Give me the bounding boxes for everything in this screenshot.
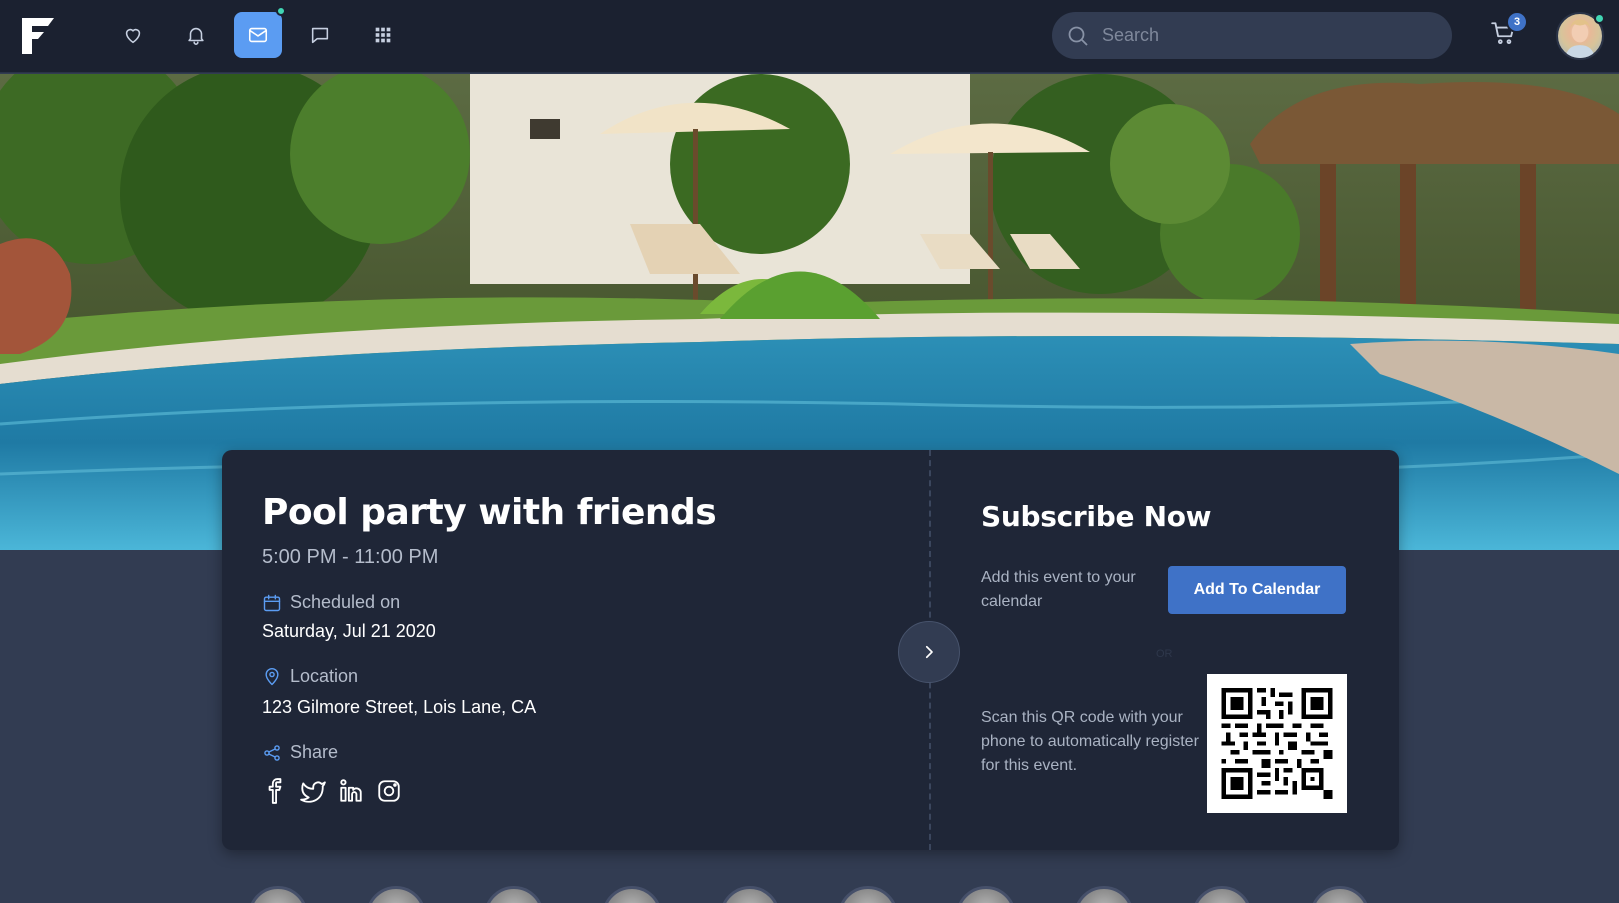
scheduled-date: Saturday, Jul 21 2020 — [262, 621, 436, 641]
location-label: Location — [262, 666, 358, 687]
bell-icon — [188, 27, 204, 45]
attendee-avatar[interactable] — [248, 886, 308, 903]
chevron-right-icon — [925, 645, 933, 659]
search-input[interactable] — [1102, 25, 1422, 46]
add-to-calendar-button[interactable]: Add To Calendar — [1168, 566, 1346, 614]
attendee-avatar[interactable] — [838, 886, 898, 903]
twitter-share-link[interactable] — [300, 778, 326, 804]
qr-instructions: Scan this QR code with your phone to aut… — [981, 709, 1199, 774]
messages-notification-dot — [276, 6, 286, 16]
social-share-links — [262, 778, 402, 804]
attendee-avatars — [248, 886, 1370, 903]
location-label-text: Location — [290, 666, 359, 686]
twitter-icon — [300, 781, 326, 803]
attendee-avatar[interactable] — [602, 886, 662, 903]
event-details: Pool party with friends 5:00 PM - 11:00 … — [222, 450, 929, 850]
add-calendar-text: Add this event to your calendar — [981, 569, 1136, 610]
attendee-avatar[interactable] — [1310, 886, 1370, 903]
calendar-icon — [263, 594, 281, 611]
share-label-text: Share — [290, 742, 339, 762]
location-address: 123 Gilmore Street, Lois Lane, CA — [262, 697, 537, 717]
messages-button[interactable] — [234, 12, 282, 58]
chat-icon — [311, 27, 329, 44]
or-separator: OR — [1156, 648, 1173, 660]
event-time: 5:00 PM - 11:00 PM — [262, 546, 439, 568]
attendee-avatar[interactable] — [956, 886, 1016, 903]
facebook-icon — [268, 778, 282, 804]
apps-button[interactable] — [359, 12, 407, 58]
facebook-share-link[interactable] — [262, 778, 288, 804]
brand-logo[interactable] — [20, 16, 56, 56]
linkedin-share-link[interactable] — [338, 778, 364, 804]
cart-count-badge: 3 — [1506, 11, 1528, 33]
attendee-avatar[interactable] — [1074, 886, 1134, 903]
attendee-avatar[interactable] — [720, 886, 780, 903]
subscribe-panel: Subscribe Now Add this event to your cal… — [931, 450, 1399, 850]
search-box[interactable] — [1052, 12, 1452, 59]
online-status-dot — [1594, 13, 1605, 24]
next-event-button[interactable] — [898, 621, 960, 683]
location-pin-icon — [265, 667, 279, 685]
share-label: Share — [262, 742, 338, 763]
favorites-button[interactable] — [109, 12, 157, 58]
scheduled-label: Scheduled on — [262, 592, 400, 613]
search-icon — [1068, 26, 1088, 46]
event-card: Pool party with friends 5:00 PM - 11:00 … — [222, 450, 1399, 850]
instagram-icon — [378, 780, 400, 802]
heart-icon — [125, 28, 141, 44]
instagram-share-link[interactable] — [376, 778, 402, 804]
mail-icon — [248, 27, 268, 43]
event-title: Pool party with friends — [262, 492, 717, 533]
attendee-avatar[interactable] — [366, 886, 426, 903]
share-icon — [264, 744, 280, 761]
subscribe-title: Subscribe Now — [981, 500, 1212, 533]
apps-grid-icon — [375, 27, 391, 43]
chat-button[interactable] — [296, 12, 344, 58]
top-navigation-bar: 3 — [0, 0, 1619, 73]
linkedin-icon — [340, 779, 362, 802]
scheduled-label-text: Scheduled on — [290, 592, 401, 612]
attendee-avatar[interactable] — [1192, 886, 1252, 903]
notifications-button[interactable] — [172, 12, 220, 58]
qr-code — [1207, 674, 1347, 813]
attendee-avatar[interactable] — [484, 886, 544, 903]
